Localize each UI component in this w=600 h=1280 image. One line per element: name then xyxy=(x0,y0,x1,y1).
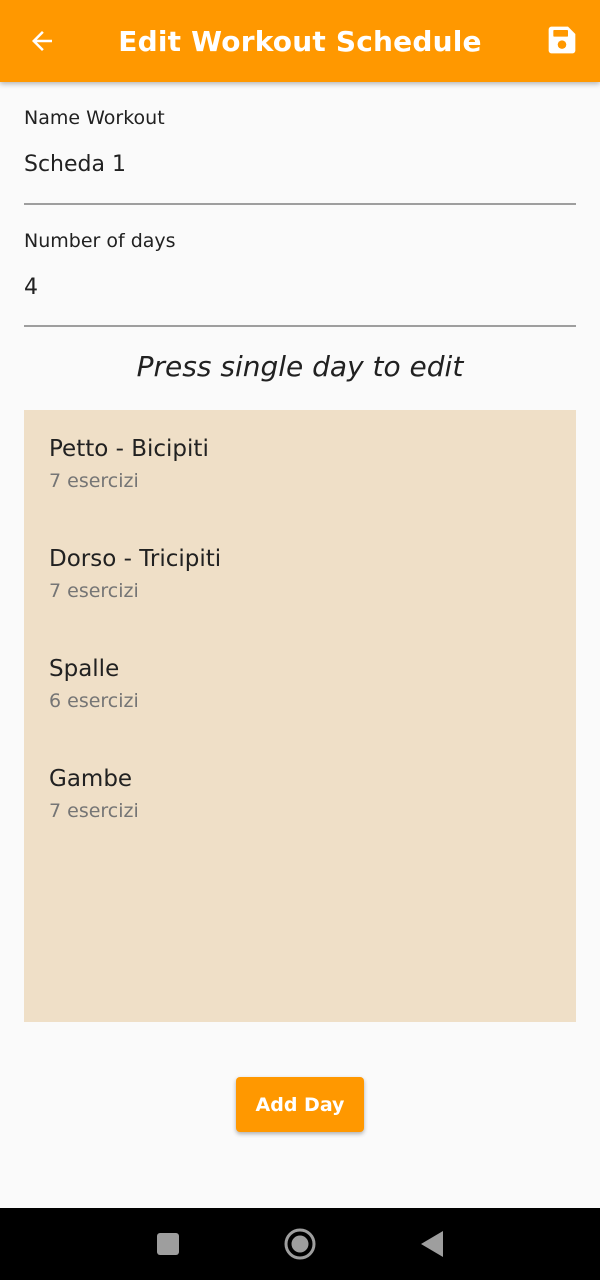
name-workout-field[interactable]: Name Workout Scheda 1 xyxy=(24,107,576,207)
edit-hint-text: Press single day to edit xyxy=(136,350,464,383)
day-name: Spalle xyxy=(49,656,120,682)
day-exercise-count: 7 esercizi xyxy=(49,800,139,822)
floppy-disk-save-icon xyxy=(548,26,576,54)
page-title: Edit Workout Schedule xyxy=(118,24,482,58)
day-name: Dorso - Tricipiti xyxy=(49,546,222,572)
day-exercise-count: 7 esercizi xyxy=(49,470,139,492)
number-of-days-underline xyxy=(24,325,576,327)
day-exercise-count: 7 esercizi xyxy=(49,580,139,602)
number-of-days-label: Number of days xyxy=(24,230,176,252)
number-of-days-field[interactable]: Number of days 4 xyxy=(24,230,576,330)
day-item-spalle[interactable]: Spalle 6 esercizi xyxy=(24,630,576,740)
screen: Edit Workout Schedule Name Workout Sched… xyxy=(0,0,600,1280)
day-item-dorso-tricipiti[interactable]: Dorso - Tricipiti 7 esercizi xyxy=(24,520,576,630)
day-item-gambe[interactable]: Gambe 7 esercizi xyxy=(24,740,576,850)
day-exercise-count: 6 esercizi xyxy=(49,690,139,712)
home-button[interactable] xyxy=(282,1226,318,1262)
app-bar: Edit Workout Schedule xyxy=(0,0,600,82)
day-name: Petto - Bicipiti xyxy=(49,436,209,462)
system-back-button[interactable] xyxy=(414,1226,450,1262)
save-button[interactable] xyxy=(542,20,582,60)
triangle-back-icon xyxy=(421,1231,443,1257)
circle-home-icon xyxy=(284,1228,316,1260)
day-item-petto-bicipiti[interactable]: Petto - Bicipiti 7 esercizi xyxy=(24,410,576,520)
system-navigation-bar xyxy=(0,1208,600,1280)
number-of-days-input[interactable]: 4 xyxy=(24,275,576,300)
recents-button[interactable] xyxy=(150,1226,186,1262)
square-recents-icon xyxy=(157,1233,179,1255)
name-workout-label: Name Workout xyxy=(24,107,165,129)
day-name: Gambe xyxy=(49,766,133,792)
day-list: Petto - Bicipiti 7 esercizi Dorso - Tric… xyxy=(24,410,576,1022)
add-day-button[interactable]: Add Day xyxy=(236,1077,364,1132)
name-workout-underline xyxy=(24,203,576,205)
name-workout-input[interactable]: Scheda 1 xyxy=(24,152,576,177)
